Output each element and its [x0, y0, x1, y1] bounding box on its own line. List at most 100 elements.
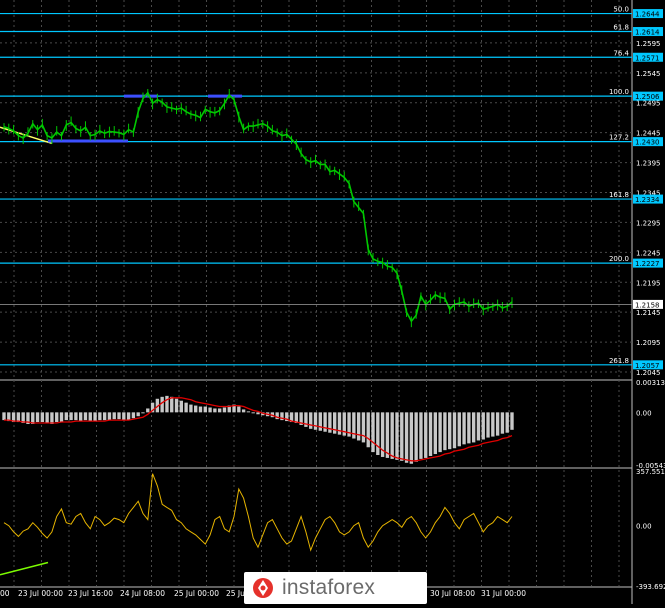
macd-bar: [50, 412, 54, 424]
fib-price-tag-text: 1.2614: [635, 29, 660, 37]
macd-bar: [2, 412, 6, 421]
macd-bar: [170, 396, 174, 413]
cci-tick-label: -393.6923: [636, 583, 665, 591]
macd-bar: [174, 398, 179, 413]
macd-bar: [471, 412, 476, 443]
macd-bar: [419, 412, 423, 459]
macd-bar: [217, 408, 222, 413]
fib-price-tag-text: 1.2334: [635, 196, 660, 204]
macd-bar: [222, 407, 227, 413]
macd-bar: [79, 412, 83, 422]
cci-trendline: [0, 561, 49, 576]
macd-pane: [2, 395, 514, 464]
cci-tick-label: 0.00: [636, 523, 652, 531]
price-tick-label: 1.2145: [636, 309, 661, 317]
macd-bar: [241, 409, 246, 413]
macd-bar: [313, 412, 318, 430]
macd-bar: [213, 408, 217, 413]
macd-bar: [495, 412, 500, 436]
macd-bar: [275, 412, 279, 420]
macd-bar: [35, 412, 40, 423]
macd-tick-label: 0.00: [636, 409, 652, 417]
fib-price-tag-text: 1.2571: [635, 54, 660, 62]
fib-level-label: 100.0: [609, 88, 629, 96]
macd-bar: [481, 412, 485, 440]
macd-bar: [376, 412, 380, 456]
price-tick-label: 1.2245: [636, 249, 661, 257]
macd-bar: [400, 412, 404, 461]
macd-bar: [122, 412, 126, 421]
time-label: 23 Jul 00:00: [18, 589, 63, 598]
macd-bar: [476, 412, 481, 441]
cci-pane: [0, 473, 513, 576]
cci-line: [3, 473, 513, 552]
macd-bar: [59, 412, 64, 423]
fib-price-tag-text: 1.2644: [635, 11, 660, 19]
macd-bar: [510, 412, 514, 430]
macd-bar: [256, 412, 260, 415]
macd-bar: [366, 412, 370, 448]
grid-lines: [0, 0, 633, 604]
fib-price-tag-text: 1.2227: [635, 260, 660, 268]
fib-level-label: 161.8: [609, 191, 629, 199]
macd-bar: [165, 395, 169, 413]
macd-bar: [194, 405, 198, 413]
macd-bar: [486, 412, 490, 438]
fib-price-tag-text: 1.2430: [635, 139, 660, 147]
macd-bar: [203, 406, 207, 413]
macd-bar: [237, 406, 241, 413]
macd-bar: [98, 412, 102, 421]
macd-bar: [55, 412, 59, 423]
price-tick-label: 1.2295: [636, 219, 661, 227]
macd-bar: [189, 404, 193, 413]
trading-chart: 50.0 61.8 76.4 100.0 127.2 161.8 200.0 261.8 1.…: [0, 0, 665, 604]
macd-bar: [309, 412, 313, 429]
instaforex-logo-icon: [253, 578, 273, 598]
macd-bar: [457, 412, 461, 447]
time-label: 30 Jul 08:00: [430, 589, 475, 598]
macd-bar: [443, 412, 447, 451]
macd-bar: [45, 412, 49, 424]
macd-bar: [112, 412, 116, 420]
macd-bar: [409, 412, 414, 464]
price-tick-label: 1.2095: [636, 339, 661, 347]
macd-bar: [64, 412, 68, 421]
macd-bar: [395, 412, 399, 460]
macd-bar: [40, 412, 45, 423]
fib-level-label: 61.8: [613, 24, 629, 32]
macd-bar: [467, 412, 471, 444]
fib-level-label: 127.2: [609, 134, 629, 142]
macd-bar: [246, 411, 251, 413]
fib-level-label: 261.8: [609, 357, 629, 365]
macd-bar: [462, 412, 466, 445]
macd-bar: [126, 412, 131, 421]
time-label: 24 Jul 08:00: [120, 589, 165, 598]
macd-bar: [371, 412, 375, 453]
macd-bar: [198, 406, 203, 413]
macd-bar: [251, 412, 255, 414]
macd-bar: [131, 412, 136, 419]
price-axis: 1.25951.25451.24951.24451.23951.23451.22…: [633, 9, 665, 591]
chart-canvas: 50.0 61.8 76.4 100.0 127.2 161.8 200.0 261.8 1.…: [0, 0, 665, 604]
time-label: 23 Jul 16:00: [68, 589, 113, 598]
macd-bar: [184, 402, 188, 413]
macd-bar: [107, 412, 112, 421]
macd-bar: [208, 407, 212, 413]
macd-bar: [452, 412, 457, 449]
price-tick-label: 1.2195: [636, 279, 661, 287]
macd-bar: [323, 412, 327, 432]
macd-bar: [505, 412, 509, 433]
macd-bar: [136, 412, 140, 417]
price-tick-label: 1.2395: [636, 160, 661, 168]
time-label: 31 Jul 00:00: [481, 589, 526, 598]
macd-bar: [160, 396, 164, 413]
current-price-text: 1.2158: [635, 301, 660, 309]
fib-level-label: 200.0: [609, 255, 629, 263]
macd-bar: [74, 412, 78, 421]
macd-bar: [414, 412, 418, 462]
cci-tick-label: 357.5517: [636, 468, 665, 476]
fib-level-label: 50.0: [613, 6, 629, 14]
macd-bar: [361, 412, 366, 443]
fib-level-label: 76.4: [613, 49, 629, 57]
macd-bar: [390, 412, 394, 459]
